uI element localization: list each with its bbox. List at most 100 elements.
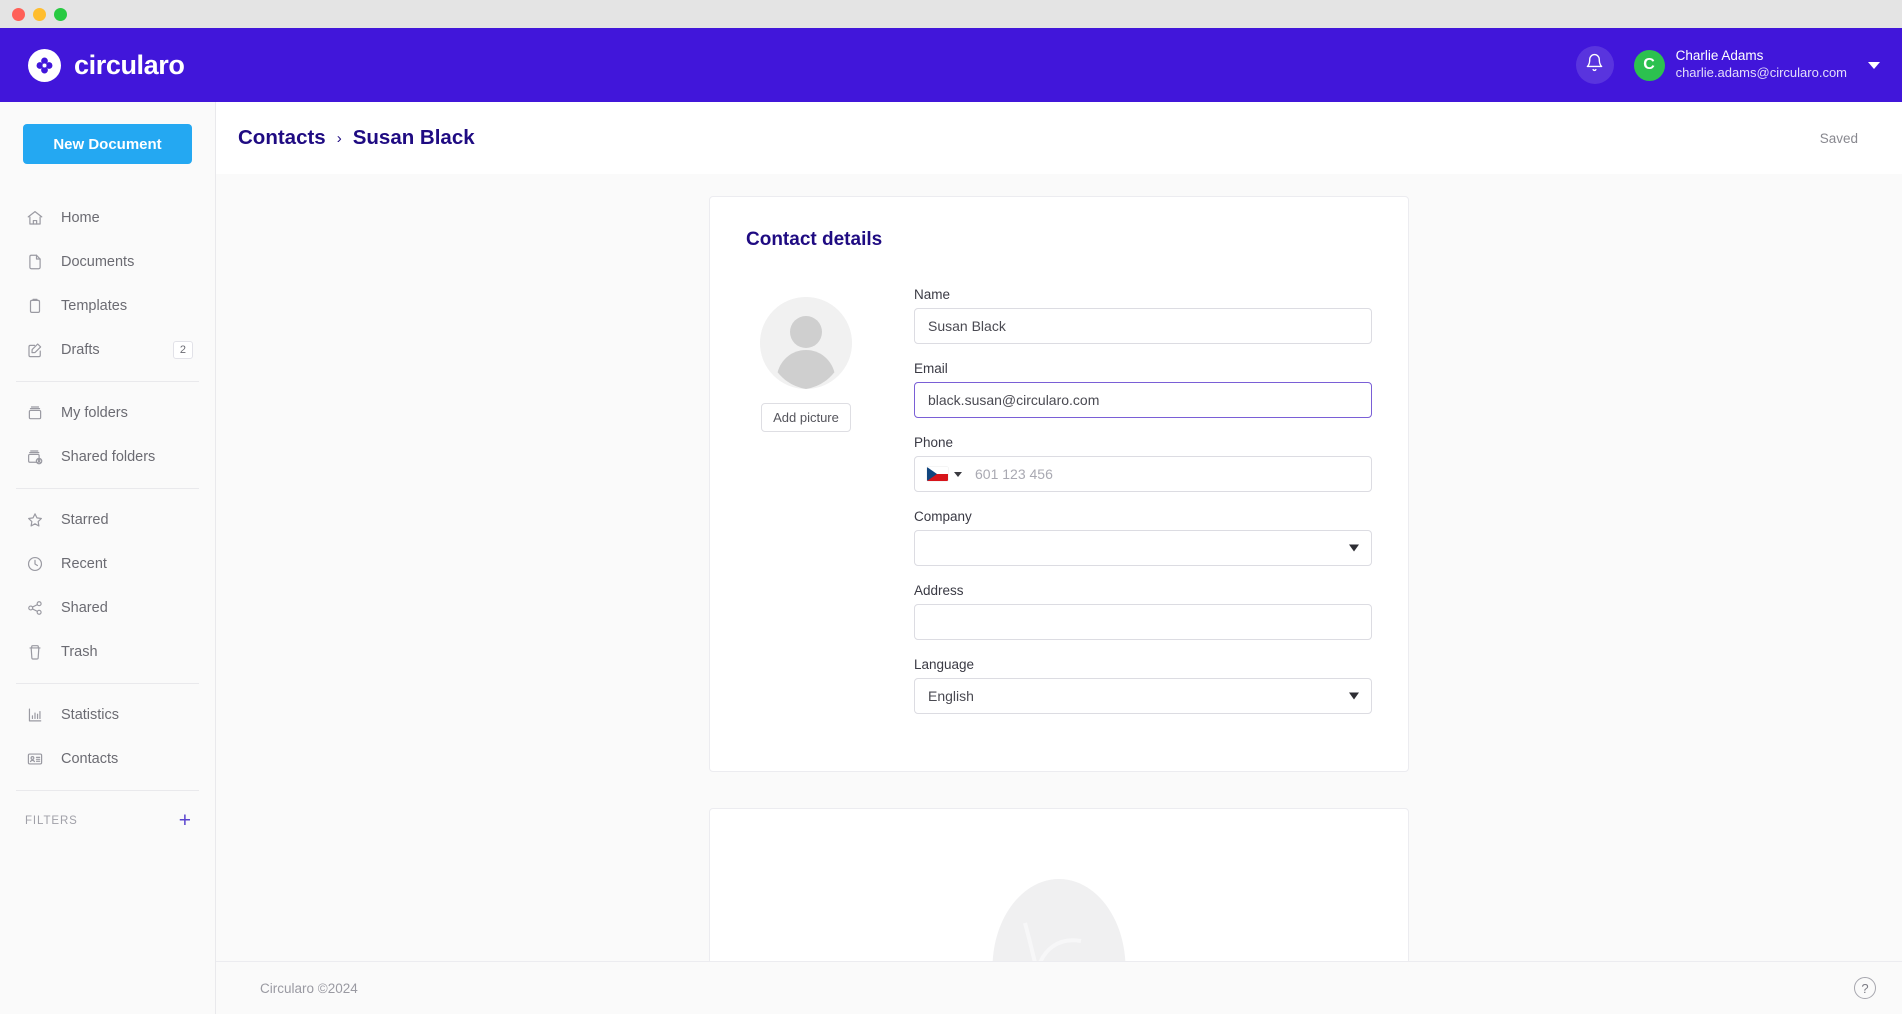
bar-chart-icon xyxy=(25,706,44,725)
document-icon xyxy=(25,253,44,272)
contact-picture-section: Add picture xyxy=(746,287,866,731)
czech-republic-flag-icon xyxy=(927,467,948,481)
sidebar-item-label: Shared xyxy=(61,600,193,616)
breadcrumb: Contacts › Susan Black xyxy=(238,126,475,150)
page-title: Susan Black xyxy=(353,126,475,150)
avatar: C xyxy=(1634,50,1665,81)
sidebar: New Document Home Documents Templates xyxy=(0,102,216,1014)
trash-icon xyxy=(25,643,44,662)
sidebar-item-contacts[interactable]: Contacts xyxy=(0,737,215,781)
phone-input[interactable] xyxy=(971,457,1371,491)
filters-section: FILTERS + xyxy=(0,800,215,831)
window-maximize-button[interactable] xyxy=(54,8,67,21)
email-input[interactable] xyxy=(914,382,1372,418)
contact-card-icon xyxy=(25,750,44,769)
field-language: Language xyxy=(914,657,1372,714)
sidebar-item-label: Contacts xyxy=(61,751,193,767)
chevron-down-icon xyxy=(954,472,962,477)
sidebar-group-main: Home Documents Templates Drafts 2 xyxy=(0,196,215,372)
draft-edit-icon xyxy=(25,341,44,360)
sidebar-divider xyxy=(16,488,199,489)
phone-label: Phone xyxy=(914,435,1372,450)
sidebar-item-shared-folders[interactable]: Shared folders xyxy=(0,435,215,479)
sidebar-group-folders: My folders Shared folders xyxy=(0,391,215,479)
sidebar-item-trash[interactable]: Trash xyxy=(0,630,215,674)
notifications-button[interactable] xyxy=(1576,46,1614,84)
sidebar-item-shared[interactable]: Shared xyxy=(0,586,215,630)
sidebar-item-label: Statistics xyxy=(61,707,193,723)
window-close-button[interactable] xyxy=(12,8,25,21)
shared-folder-icon xyxy=(25,448,44,467)
window-minimize-button[interactable] xyxy=(33,8,46,21)
sidebar-item-templates[interactable]: Templates xyxy=(0,284,215,328)
user-email: charlie.adams@circularo.com xyxy=(1676,65,1847,81)
sidebar-item-recent[interactable]: Recent xyxy=(0,542,215,586)
sidebar-item-documents[interactable]: Documents xyxy=(0,240,215,284)
app-body: New Document Home Documents Templates xyxy=(0,102,1902,1014)
sidebar-group-tools: Statistics Contacts xyxy=(0,693,215,781)
template-icon xyxy=(25,297,44,316)
address-label: Address xyxy=(914,583,1372,598)
language-label: Language xyxy=(914,657,1372,672)
question-mark-icon[interactable]: ? xyxy=(1854,977,1876,999)
company-label: Company xyxy=(914,509,1372,524)
brand-name: circularo xyxy=(74,50,184,81)
field-company: Company xyxy=(914,509,1372,566)
circularo-logo-icon xyxy=(28,49,61,82)
sidebar-item-statistics[interactable]: Statistics xyxy=(0,693,215,737)
content-scroll-area[interactable]: Contact details Add picture xyxy=(216,174,1902,961)
sidebar-divider xyxy=(16,381,199,382)
chevron-down-icon xyxy=(1868,62,1880,69)
sidebar-divider xyxy=(16,683,199,684)
name-label: Name xyxy=(914,287,1372,302)
company-select[interactable] xyxy=(914,530,1372,566)
copyright-text: Circularo ©2024 xyxy=(260,981,358,996)
page-header: Contacts › Susan Black Saved xyxy=(216,102,1902,174)
user-name: Charlie Adams xyxy=(1676,48,1847,65)
sidebar-item-my-folders[interactable]: My folders xyxy=(0,391,215,435)
sidebar-item-home[interactable]: Home xyxy=(0,196,215,240)
plus-icon[interactable]: + xyxy=(179,810,191,831)
sidebar-divider xyxy=(16,790,199,791)
main-content: Contacts › Susan Black Saved Contact det… xyxy=(216,102,1902,1014)
add-picture-button[interactable]: Add picture xyxy=(761,403,851,432)
folder-icon xyxy=(25,404,44,423)
card-title: Contact details xyxy=(746,229,1372,251)
email-label: Email xyxy=(914,361,1372,376)
decorative-graphic xyxy=(929,871,1189,961)
language-select[interactable] xyxy=(914,678,1372,714)
address-input[interactable] xyxy=(914,604,1372,640)
breadcrumb-root[interactable]: Contacts xyxy=(238,126,326,150)
filters-label: FILTERS xyxy=(25,815,78,827)
bell-icon xyxy=(1585,53,1604,77)
home-icon xyxy=(25,209,44,228)
country-code-selector[interactable] xyxy=(915,457,971,491)
sidebar-item-label: Drafts xyxy=(61,342,156,358)
sidebar-group-views: Starred Recent Shared Trash xyxy=(0,498,215,674)
sidebar-item-drafts[interactable]: Drafts 2 xyxy=(0,328,215,372)
app-header: circularo C Charlie Adams charlie.adams@… xyxy=(0,28,1902,102)
contact-details-card: Contact details Add picture xyxy=(709,196,1409,772)
sidebar-item-label: Templates xyxy=(61,298,193,314)
sidebar-item-label: Recent xyxy=(61,556,193,572)
star-icon xyxy=(25,511,44,530)
app-footer: Circularo ©2024 ? xyxy=(216,961,1902,1014)
sidebar-item-label: Home xyxy=(61,210,193,226)
brand-logo[interactable]: circularo xyxy=(28,49,184,82)
window-title-bar xyxy=(0,0,1902,28)
sidebar-item-starred[interactable]: Starred xyxy=(0,498,215,542)
header-actions: C Charlie Adams charlie.adams@circularo.… xyxy=(1576,46,1880,84)
new-document-button[interactable]: New Document xyxy=(23,124,192,164)
field-email: Email xyxy=(914,361,1372,418)
secondary-card xyxy=(709,808,1409,961)
contact-form: Name Email Phone xyxy=(914,287,1372,731)
share-icon xyxy=(25,599,44,618)
sidebar-item-label: My folders xyxy=(61,405,193,421)
user-menu[interactable]: C Charlie Adams charlie.adams@circularo.… xyxy=(1634,48,1880,81)
drafts-count-badge: 2 xyxy=(173,341,193,359)
name-input[interactable] xyxy=(914,308,1372,344)
phone-input-group xyxy=(914,456,1372,492)
field-address: Address xyxy=(914,583,1372,640)
field-phone: Phone xyxy=(914,435,1372,492)
save-status: Saved xyxy=(1820,131,1858,146)
